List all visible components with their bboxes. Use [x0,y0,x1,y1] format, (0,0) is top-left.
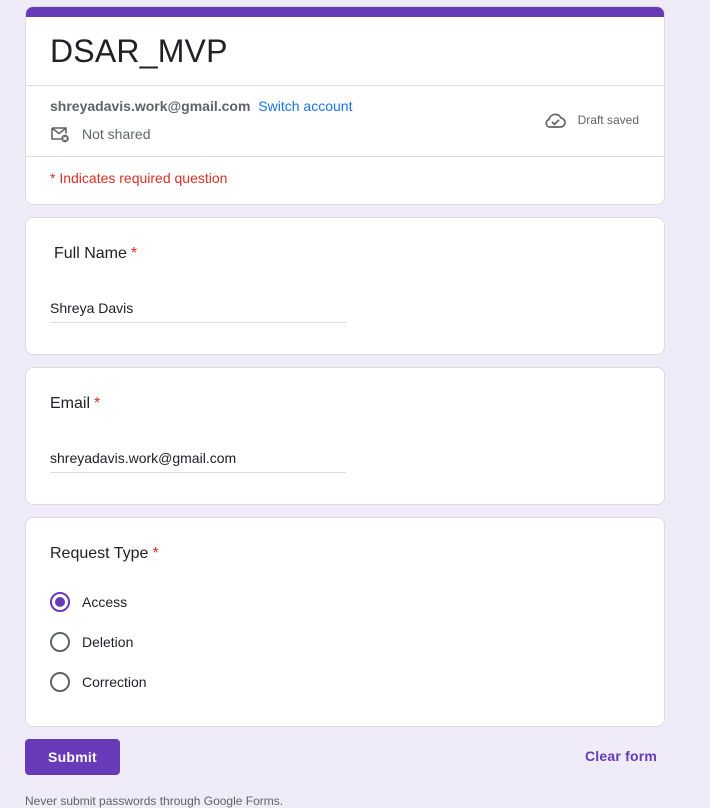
account-line: shreyadavis.work@gmail.com Switch accoun… [50,98,352,114]
submit-button[interactable]: Submit [25,739,120,775]
password-warning-note: Never submit passwords through Google Fo… [25,794,284,808]
header-accent-bar [26,7,664,17]
question-label: Full Name * [54,245,137,263]
clear-form-button[interactable]: Clear form [585,748,657,764]
question-label: Request Type * [50,545,159,563]
required-asterisk: * [94,395,101,412]
radio-label: Correction [82,674,147,690]
radio-option-correction[interactable]: Correction [50,672,147,692]
radio-button[interactable] [50,632,70,652]
switch-account-link[interactable]: Switch account [258,98,352,114]
question-title: Full Name [54,245,127,262]
draft-status-label: Draft saved [577,113,639,127]
cloud-check-icon [545,113,566,128]
question-title: Email [50,395,91,412]
account-email: shreyadavis.work@gmail.com [50,98,251,114]
radio-option-access[interactable]: Access [50,592,127,612]
header-divider [26,85,664,86]
required-asterisk: * [130,245,138,262]
question-request-type: Request Type * Access Deletion Correction [25,517,665,727]
full-name-input[interactable]: Shreya Davis [50,300,346,323]
radio-option-deletion[interactable]: Deletion [50,632,133,652]
radio-label: Access [82,594,128,610]
question-full-name: Full Name * Shreya Davis [25,217,665,355]
draft-status: Draft saved [543,111,639,129]
question-title: Request Type [50,545,149,562]
sharing-status: Not shared [50,124,150,144]
radio-button[interactable] [50,672,70,692]
required-divider [26,156,664,157]
email-input[interactable]: shreyadavis.work@gmail.com [50,450,346,473]
required-note: * Indicates required question [50,170,228,186]
sharing-status-label: Not shared [82,126,151,142]
radio-button-checked[interactable] [50,592,70,612]
question-email: Email * shreyadavis.work@gmail.com [25,367,665,505]
form-header-card: DSAR_MVP shreyadavis.work@gmail.com Swit… [25,6,665,205]
mail-x-icon [51,127,69,143]
required-asterisk: * [152,545,159,562]
radio-label: Deletion [82,634,134,650]
question-label: Email * [50,395,100,413]
form-title: DSAR_MVP [50,33,228,69]
